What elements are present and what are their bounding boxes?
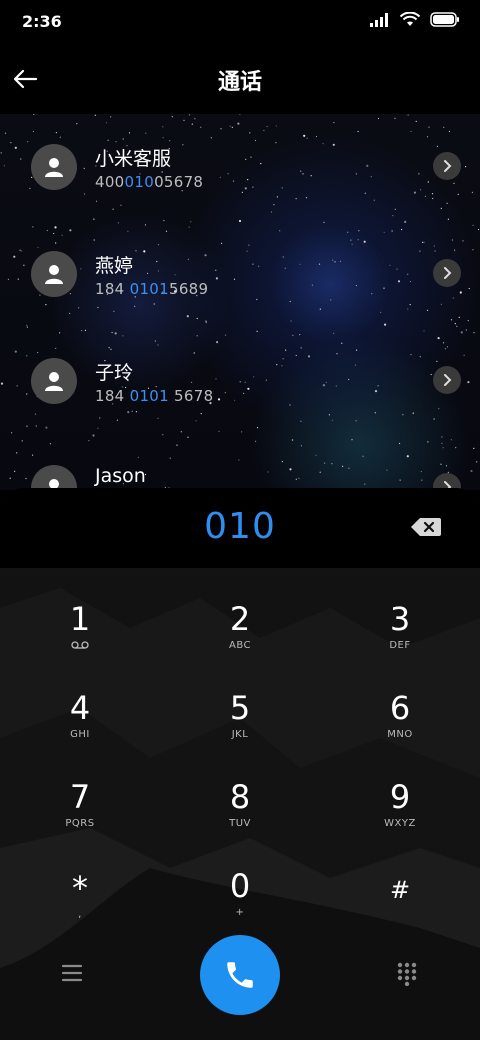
contact-name: 小米客服: [95, 148, 172, 170]
contact-detail-button[interactable]: [433, 152, 461, 180]
battery-icon: [430, 12, 459, 27]
key-6[interactable]: 6 MNO: [330, 689, 470, 769]
chevron-right-icon: [444, 267, 452, 279]
star-dot: [26, 425, 28, 427]
contact-row[interactable]: Jason: [0, 435, 480, 490]
star-dot: [392, 215, 394, 217]
star-dot: [112, 208, 114, 210]
contact-number: 184 01015689: [95, 280, 209, 298]
star-dot: [331, 419, 333, 421]
star-dot: [450, 319, 453, 321]
star-dot: [180, 431, 182, 433]
signal-icon: [370, 12, 388, 27]
star-dot: [447, 218, 449, 220]
key-2[interactable]: 2 ABC: [170, 600, 310, 680]
star-dot: [355, 420, 357, 422]
backspace-icon[interactable]: [410, 516, 442, 538]
key-8[interactable]: 8 TUV: [170, 778, 310, 858]
matched-digits: 010: [124, 173, 155, 191]
matched-digits: 0101: [129, 280, 169, 298]
key-7[interactable]: 7 PQRS: [10, 778, 150, 858]
star-dot: [45, 426, 48, 429]
star-dot: [467, 320, 469, 322]
star-dot: [26, 324, 28, 326]
key-hash[interactable]: #: [330, 871, 470, 951]
contact-name: Jason: [95, 465, 146, 487]
star-dot: [256, 427, 259, 429]
star-dot: [120, 204, 122, 206]
contact-row[interactable]: 子玲 184 0101 5678: [0, 328, 480, 418]
contact-avatar: [31, 358, 77, 404]
matched-digits: 0101: [129, 387, 169, 405]
star-dot: [218, 430, 220, 432]
key-3[interactable]: 3 DEF: [330, 600, 470, 680]
contact-avatar: [31, 144, 77, 190]
wifi-icon: [400, 12, 420, 26]
key-1[interactable]: 1: [10, 600, 150, 680]
star-dot: [97, 427, 99, 429]
contact-number: 184 0101 5678: [95, 387, 214, 405]
star-dot: [11, 432, 13, 434]
star-dot: [290, 320, 292, 322]
menu-icon: [61, 964, 83, 982]
dialed-number[interactable]: 010: [0, 506, 480, 547]
chevron-right-icon: [444, 374, 452, 386]
contact-name: 燕婷: [95, 255, 134, 277]
chevron-right-icon: [444, 160, 452, 172]
contact-avatar-icon: [45, 265, 63, 284]
contact-results-list[interactable]: 小米客服 40001005678 燕婷 184 01015689 子玲 184 …: [0, 114, 480, 490]
status-time: 2:36: [22, 12, 62, 31]
contact-number: 40001005678: [95, 173, 204, 191]
contact-avatar-icon: [45, 372, 63, 391]
dialpad-toggle-button[interactable]: [396, 962, 418, 990]
app-header: 通话: [0, 44, 480, 114]
star-dot: [186, 315, 189, 318]
contact-detail-button[interactable]: [433, 366, 461, 394]
dialer-panel: 010 1 2 ABC 3 DEF 4 GHI 5 JKL 6 MNO 7 PQ…: [0, 488, 480, 1040]
voicemail-icon: [71, 641, 89, 649]
star-dot: [93, 218, 95, 220]
star-dot: [380, 311, 382, 313]
star-dot: [205, 320, 207, 322]
star-dot: [69, 312, 71, 314]
contact-avatar: [31, 465, 77, 490]
star-dot: [273, 204, 275, 206]
contact-avatar-icon: [45, 158, 63, 177]
star-dot: [384, 323, 387, 326]
star-dot: [454, 323, 456, 325]
dial-display: 010: [0, 488, 480, 568]
call-button[interactable]: [200, 935, 280, 1015]
key-9[interactable]: 9 WXYZ: [330, 778, 470, 858]
status-bar: 2:36: [0, 0, 480, 44]
star-dot: [394, 208, 396, 210]
star-dot: [195, 420, 197, 422]
star-dot: [458, 316, 460, 318]
contact-row[interactable]: 小米客服 40001005678: [0, 114, 480, 204]
contact-avatar: [31, 251, 77, 297]
menu-button[interactable]: [60, 962, 84, 988]
contact-row[interactable]: 燕婷 184 01015689: [0, 221, 480, 311]
key-5[interactable]: 5 JKL: [170, 689, 310, 769]
dialpad-icon: [397, 962, 417, 987]
key-4[interactable]: 4 GHI: [10, 689, 150, 769]
star-dot: [433, 418, 435, 420]
star-dot: [440, 207, 442, 209]
star-dot: [456, 325, 458, 327]
star-dot: [35, 425, 37, 427]
page-title: 通话: [217, 70, 262, 95]
contact-detail-button[interactable]: [433, 259, 461, 287]
star-dot: [116, 419, 118, 421]
star-dot: [205, 321, 207, 323]
contact-name: 子玲: [95, 362, 134, 384]
key-star[interactable]: * ,: [10, 869, 150, 949]
star-dot: [241, 431, 243, 433]
phone-icon: [227, 962, 253, 988]
star-dot: [196, 317, 198, 320]
star-dot: [300, 420, 302, 422]
star-dot: [270, 211, 272, 213]
